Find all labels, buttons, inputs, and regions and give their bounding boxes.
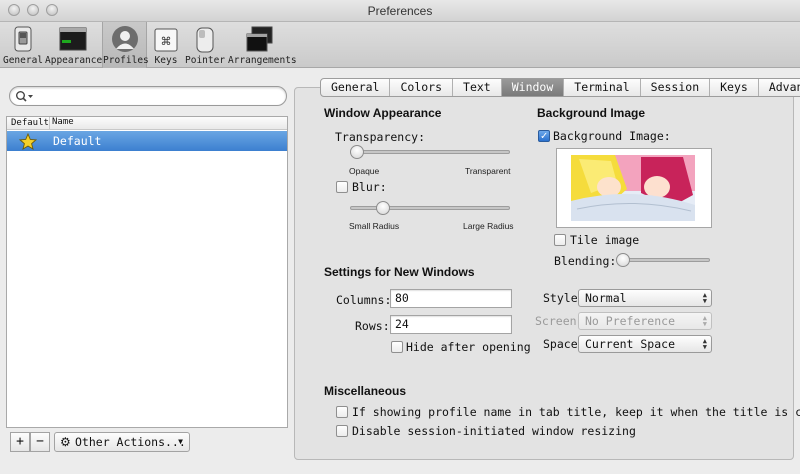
columns-field[interactable]: 80 [390,289,512,308]
tab-text[interactable]: Text [453,79,502,96]
window-title: Preferences [367,4,433,18]
background-image-well[interactable] [556,148,712,228]
toolbar-label: Pointer [185,55,226,66]
window-appearance-heading: Window Appearance [324,106,442,120]
tab-session[interactable]: Session [641,79,711,96]
toolbar-appearance[interactable]: Appearance [45,22,103,68]
hide-after-opening-checkbox[interactable] [391,341,403,353]
keep-profile-name-label: If showing profile name in tab title, ke… [352,405,800,419]
arrangements-windows-icon [246,26,273,52]
search-icon [16,91,33,102]
background-image-thumbnail [571,155,695,221]
chevron-down-icon: ▼ [178,437,183,446]
toolbar: General Appearance Profiles ⌘ Keys Point… [0,22,800,68]
blur-label: Blur: [352,180,387,194]
rows-field[interactable]: 24 [390,315,512,334]
gear-icon: ⚙ [60,435,71,449]
disable-resizing-checkbox[interactable] [336,425,348,437]
new-windows-heading: Settings for New Windows [324,265,475,279]
transparency-slider[interactable] [350,150,510,154]
blur-checkbox[interactable] [336,181,348,193]
transparency-min-label: Opaque [349,166,380,176]
profile-tabs: General Colors Text Window Terminal Sess… [320,78,800,97]
columns-label: Columns: [336,293,392,307]
profile-search-input[interactable] [9,86,287,106]
blur-max-label: Large Radius [463,221,514,231]
profiles-list-header: Default Name [7,117,287,130]
appearance-monitor-icon [59,27,87,51]
remove-profile-button[interactable]: − [30,432,50,452]
updown-arrows-icon: ▲ ▼ [702,314,707,328]
tab-keys[interactable]: Keys [710,79,759,96]
add-profile-button[interactable]: + [10,432,30,452]
general-switch-icon [14,26,32,52]
updown-arrows-icon: ▲ ▼ [702,337,707,351]
toolbar-profiles[interactable]: Profiles [102,22,149,68]
miscellaneous-heading: Miscellaneous [324,384,407,398]
updown-arrows-icon: ▲ ▼ [702,291,707,305]
blending-label: Blending: [554,254,617,268]
tab-colors[interactable]: Colors [390,79,454,96]
toolbar-general[interactable]: General [2,22,44,68]
default-star-icon [19,133,37,150]
preferences-window: Preferences General Appearance Profiles … [0,0,800,474]
column-header-name[interactable]: Name [49,117,74,129]
space-popup-value: Current Space [585,337,676,351]
transparency-max-label: Transparent [465,166,511,176]
toolbar-label: Arrangements [228,55,297,66]
pointer-mouse-icon [196,27,214,53]
column-header-default[interactable]: Default [11,118,49,128]
transparency-slider-knob[interactable] [350,145,364,159]
blending-slider[interactable] [618,258,710,262]
toolbar-keys[interactable]: ⌘ Keys [150,22,182,68]
background-image-checkbox[interactable]: ✓ [538,130,550,142]
screen-popup: No Preference ▲ ▼ [578,312,712,330]
rows-label: Rows: [355,319,390,333]
profiles-user-icon [111,26,138,52]
tab-terminal[interactable]: Terminal [564,79,641,96]
screen-popup-value: No Preference [585,314,676,328]
tab-advanced[interactable]: Advanced [759,79,800,96]
background-image-label: Background Image: [553,129,671,143]
keys-command-icon: ⌘ [154,28,178,52]
disable-resizing-label: Disable session-initiated window resizin… [352,424,636,438]
toolbar-label: Keys [154,55,178,66]
svg-text:⌘: ⌘ [161,35,172,48]
toolbar-label: Profiles [103,55,149,66]
hide-after-opening-label: Hide after opening [406,340,531,354]
other-actions-button[interactable]: ⚙ Other Actions... ▼ [54,432,190,452]
toolbar-pointer[interactable]: Pointer [185,22,225,68]
tab-general[interactable]: General [321,79,391,96]
profiles-bottom-bar: + − ⚙ Other Actions... ▼ [10,432,190,454]
background-image-heading: Background Image [537,106,646,120]
toolbar-label: Appearance [45,55,103,66]
screen-label: Screen: [535,314,584,328]
profile-row-default[interactable]: Default [7,131,287,151]
blur-min-label: Small Radius [349,221,400,231]
tile-image-checkbox[interactable] [554,234,566,246]
other-actions-label: Other Actions... [75,435,186,449]
profiles-panel: Default Name Default + − ⚙ Other Actions… [6,78,288,466]
space-popup[interactable]: Current Space ▲ ▼ [578,335,712,353]
transparency-label: Transparency: [335,130,426,144]
keep-profile-name-checkbox[interactable] [336,406,348,418]
style-popup[interactable]: Normal ▲ ▼ [578,289,712,307]
tile-image-label: Tile image [570,233,640,247]
blending-slider-knob[interactable] [616,253,630,267]
style-popup-value: Normal [585,291,627,305]
profiles-list: Default Name Default [6,116,288,428]
blur-slider[interactable] [350,206,510,210]
tab-window[interactable]: Window [501,79,565,96]
profile-name: Default [53,134,102,148]
title-bar: Preferences [0,0,800,22]
toolbar-label: General [2,55,44,66]
toolbar-arrangements[interactable]: Arrangements [228,22,297,68]
